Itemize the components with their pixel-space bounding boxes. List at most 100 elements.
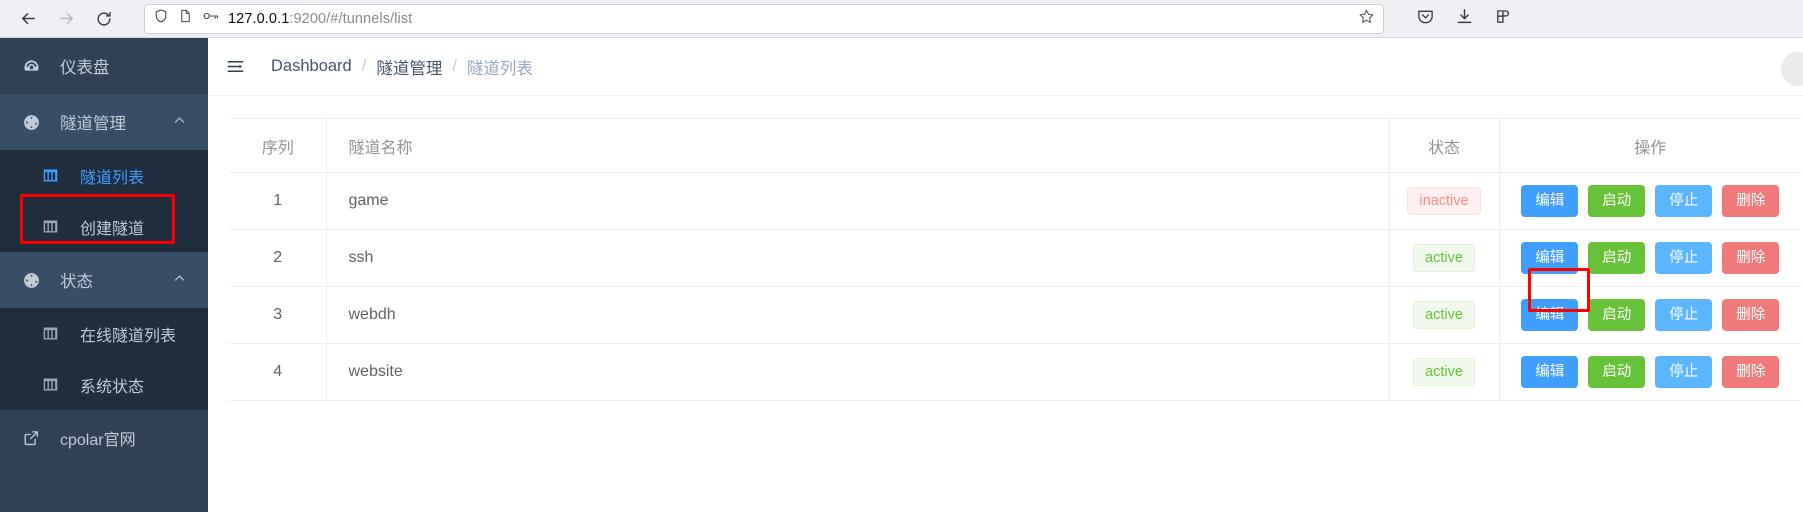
breadcrumb-separator: / <box>452 57 457 75</box>
cell-state: active <box>1389 229 1500 287</box>
table-header-row: 序列 隧道名称 状态 操作 <box>230 118 1801 173</box>
tunnels-table: 序列 隧道名称 状态 操作 1 game inactive 编辑 启动 停止 删… <box>230 118 1801 401</box>
topbar: Dashboard / 隧道管理 / 隧道列表 <box>208 38 1803 96</box>
forward-button[interactable] <box>48 3 84 35</box>
cell-seq: 3 <box>230 286 327 344</box>
cell-seq: 1 <box>230 172 327 230</box>
sidebar-group-label: 状态 <box>60 273 93 291</box>
delete-button[interactable]: 删除 <box>1722 241 1780 275</box>
chevron-up-icon <box>173 113 186 132</box>
stop-button[interactable]: 停止 <box>1655 355 1713 389</box>
cell-state: inactive <box>1389 172 1500 230</box>
table-row[interactable]: 3 webdh active 编辑 启动 停止 删除 <box>230 286 1802 344</box>
cell-name: game <box>326 172 1390 230</box>
sidebar-group-status[interactable]: 状态 <box>0 252 208 308</box>
cell-ops: 编辑 启动 停止 删除 <box>1499 286 1802 344</box>
sidebar-item-label: 创建隧道 <box>80 220 145 238</box>
status-badge: inactive <box>1407 186 1481 216</box>
table-grid-icon <box>42 325 68 342</box>
sidebar-item-tunnel-list[interactable]: 隧道列表 <box>0 150 208 201</box>
edit-button[interactable]: 编辑 <box>1521 355 1579 389</box>
table-row[interactable]: 1 game inactive 编辑 启动 停止 删除 <box>230 172 1802 230</box>
delete-button[interactable]: 删除 <box>1722 298 1780 332</box>
edit-button[interactable]: 编辑 <box>1521 241 1579 275</box>
url-text[interactable]: 127.0.0.1:9200/#/tunnels/list <box>228 11 1349 27</box>
start-button[interactable]: 启动 <box>1588 241 1646 275</box>
tunnels-table-container: 序列 隧道名称 状态 操作 1 game inactive 编辑 启动 停止 删… <box>208 96 1803 401</box>
stop-button[interactable]: 停止 <box>1655 298 1713 332</box>
cell-ops: 编辑 启动 停止 删除 <box>1499 229 1802 287</box>
breadcrumb-item-tunnel-list: 隧道列表 <box>466 59 533 78</box>
delete-button[interactable]: 删除 <box>1722 355 1780 389</box>
sidebar-item-label: 仪表盘 <box>60 59 110 77</box>
cell-name: webdh <box>326 286 1390 344</box>
main-content: Dashboard / 隧道管理 / 隧道列表 序列 隧道名称 状态 操作 1 … <box>208 38 1803 512</box>
forward-arrow-icon <box>57 9 76 28</box>
cell-name: website <box>326 343 1390 401</box>
delete-button[interactable]: 删除 <box>1722 184 1780 218</box>
start-button[interactable]: 启动 <box>1588 298 1646 332</box>
column-header-state: 状态 <box>1389 118 1500 173</box>
row-actions: 编辑 启动 停止 删除 <box>1500 184 1802 218</box>
sidebar-item-dashboard[interactable]: 仪表盘 <box>0 38 208 94</box>
downloads-icon[interactable] <box>1455 7 1474 31</box>
table-row[interactable]: 4 website active 编辑 启动 停止 删除 <box>230 343 1802 401</box>
reload-button[interactable] <box>86 3 122 35</box>
sidebar-item-label: 隧道列表 <box>80 169 145 187</box>
cell-seq: 4 <box>230 343 327 401</box>
breadcrumb-item-tunnel-management[interactable]: 隧道管理 <box>376 55 442 79</box>
back-arrow-icon <box>19 9 38 28</box>
cell-name: ssh <box>326 229 1390 287</box>
start-button[interactable]: 启动 <box>1588 184 1646 218</box>
shield-icon[interactable] <box>153 8 169 29</box>
cell-seq: 2 <box>230 229 327 287</box>
back-button[interactable] <box>10 3 46 35</box>
edit-button[interactable]: 编辑 <box>1521 298 1579 332</box>
url-host: 127.0.0.1 <box>228 10 290 27</box>
page-info-icon[interactable] <box>178 8 193 29</box>
sidebar-item-online-tunnel-list[interactable]: 在线隧道列表 <box>0 308 208 359</box>
cell-ops: 编辑 启动 停止 删除 <box>1499 343 1802 401</box>
table-grid-icon <box>42 218 68 235</box>
row-actions: 编辑 启动 停止 删除 <box>1500 241 1802 275</box>
external-link-icon <box>22 429 48 447</box>
stop-button[interactable]: 停止 <box>1655 241 1713 275</box>
sidebar-group-tunnel-management[interactable]: 隧道管理 <box>0 94 208 150</box>
extensions-icon[interactable] <box>1494 7 1513 31</box>
breadcrumb-item-dashboard[interactable]: Dashboard <box>271 57 352 76</box>
sidebar-item-system-status[interactable]: 系统状态 <box>0 359 208 410</box>
sidebar-item-label: 在线隧道列表 <box>80 327 177 345</box>
collapse-menu-icon[interactable] <box>226 57 245 76</box>
breadcrumb-separator: / <box>361 57 367 75</box>
avatar[interactable] <box>1781 52 1803 86</box>
url-path: :9200/#/tunnels/list <box>289 10 413 27</box>
column-header-seq: 序列 <box>230 118 327 173</box>
sidebar-item-label: 系统状态 <box>80 378 145 396</box>
dashboard-gauge-icon <box>22 57 48 76</box>
breadcrumb: Dashboard / 隧道管理 / 隧道列表 <box>271 55 533 79</box>
app-root: 仪表盘 隧道管理 隧道列表 创建隧道 状态 在线隧道列表 系统状态 cpolar… <box>0 38 1803 512</box>
sidebar-item-cpolar-website[interactable]: cpolar官网 <box>0 410 208 466</box>
star-bookmark-icon <box>1358 8 1375 30</box>
table-grid-icon <box>42 376 68 393</box>
row-actions: 编辑 启动 停止 删除 <box>1500 355 1802 389</box>
row-actions: 编辑 启动 停止 删除 <box>1500 298 1802 332</box>
bookmark-button[interactable] <box>1358 8 1375 30</box>
status-badge: active <box>1413 243 1475 273</box>
tunnel-manage-icon <box>22 113 48 132</box>
status-badge: active <box>1413 357 1475 387</box>
table-grid-icon <box>42 167 68 184</box>
password-key-icon[interactable] <box>202 9 219 28</box>
pocket-save-icon[interactable] <box>1416 7 1435 31</box>
status-circle-icon <box>22 271 48 290</box>
address-bar[interactable]: 127.0.0.1:9200/#/tunnels/list <box>144 3 1384 34</box>
stop-button[interactable]: 停止 <box>1655 184 1713 218</box>
table-row[interactable]: 2 ssh active 编辑 启动 停止 删除 <box>230 229 1802 287</box>
cell-state: active <box>1389 286 1500 344</box>
sidebar-item-create-tunnel[interactable]: 创建隧道 <box>0 201 208 252</box>
browser-toolbar: 127.0.0.1:9200/#/tunnels/list <box>0 0 1803 38</box>
cell-state: active <box>1389 343 1500 401</box>
edit-button[interactable]: 编辑 <box>1521 184 1579 218</box>
start-button[interactable]: 启动 <box>1588 355 1646 389</box>
sidebar-group-label: 隧道管理 <box>60 115 126 133</box>
